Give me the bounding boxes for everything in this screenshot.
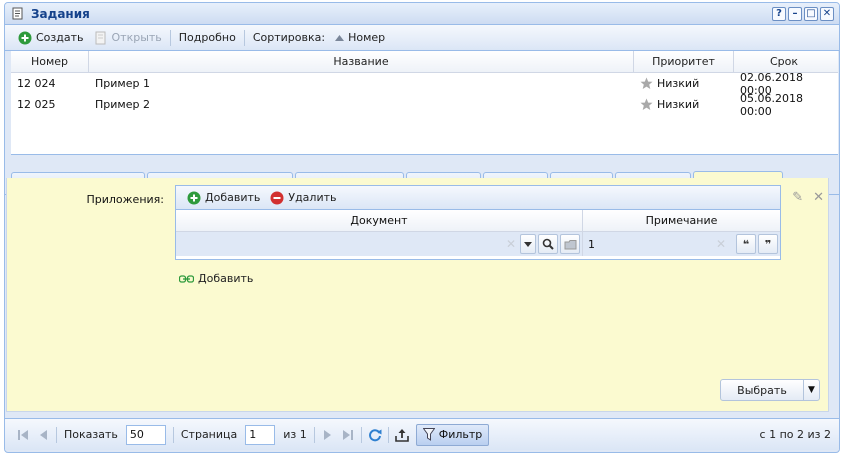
row-number: 12 024 xyxy=(17,77,56,90)
toolbar-separator xyxy=(243,29,245,46)
last-page-icon[interactable] xyxy=(338,425,358,445)
open-button[interactable]: Открыть xyxy=(89,28,167,48)
requisites-panel: Приложения: Добавить Удалить Документ Пр… xyxy=(6,178,829,412)
column-header-name[interactable]: Название xyxy=(89,51,634,72)
clear-icon[interactable]: ✕ xyxy=(716,237,726,251)
quote-open-button[interactable]: ❝ xyxy=(736,234,756,254)
previous-page-icon[interactable] xyxy=(33,425,53,445)
filter-button-label: Фильтр xyxy=(438,428,483,441)
add-attachment-button[interactable]: Добавить xyxy=(182,188,265,208)
search-button[interactable] xyxy=(538,234,558,254)
link-icon xyxy=(179,274,194,283)
create-button-label: Создать xyxy=(36,31,84,44)
pager-separator xyxy=(313,426,315,443)
document-icon xyxy=(11,7,25,21)
row-due: 05.06.2018 00:00 xyxy=(740,91,803,118)
row-priority: Низкий xyxy=(634,94,734,115)
dropdown-button[interactable] xyxy=(520,234,536,254)
folder-icon xyxy=(564,239,576,249)
select-button-label: Выбрать xyxy=(737,383,787,397)
pager-info: с 1 по 2 из 2 xyxy=(759,428,831,441)
remove-attachment-label: Удалить xyxy=(288,191,337,204)
column-header-number[interactable]: Номер xyxy=(11,51,89,72)
priority-label: Низкий xyxy=(657,98,700,111)
quote-close-button[interactable]: ❞ xyxy=(758,234,778,254)
star-icon xyxy=(640,77,653,90)
maximize-button[interactable]: □ xyxy=(804,6,818,21)
page-size-label: Показать xyxy=(64,428,118,441)
star-icon xyxy=(640,98,653,111)
first-page-icon[interactable] xyxy=(13,425,33,445)
page-input[interactable]: 1 xyxy=(245,424,276,445)
remove-attachment-button[interactable]: Удалить xyxy=(265,188,341,208)
create-button[interactable]: Создать xyxy=(13,28,89,48)
folder-button[interactable] xyxy=(560,234,580,254)
refresh-icon[interactable] xyxy=(365,425,385,445)
grid-header: Номер Название Приоритет Срок xyxy=(11,51,838,73)
pager-separator xyxy=(56,426,57,443)
export-icon[interactable] xyxy=(392,425,412,445)
column-header-document[interactable]: Документ xyxy=(176,210,583,231)
filter-button[interactable]: Фильтр xyxy=(415,423,490,446)
pager-toolbar: Показать 50 Страница 1 из 1 Фильтр с 1 п… xyxy=(5,418,839,450)
open-document-icon xyxy=(94,31,108,45)
attachment-row[interactable]: ✕ 1 ✕ ❝ ❞ xyxy=(176,232,780,256)
window-title: Задания xyxy=(31,6,90,21)
minimize-button[interactable]: – xyxy=(788,6,802,21)
window-titlebar: Задания ? – □ ✕ xyxy=(5,3,839,25)
note-cell: 1 ✕ ❝ ❞ xyxy=(583,232,780,256)
page-label: Страница xyxy=(180,428,238,441)
add-link-button[interactable]: Добавить xyxy=(179,272,253,285)
row-name: Пример 2 xyxy=(95,98,150,111)
chevron-down-icon[interactable]: ▼ xyxy=(803,380,819,400)
note-field[interactable]: 1 xyxy=(583,238,716,251)
row-number: 12 025 xyxy=(17,98,56,111)
minus-circle-icon xyxy=(270,191,284,205)
tasks-grid: Номер Название Приоритет Срок 12 024 При… xyxy=(11,51,838,155)
table-row[interactable]: 12 025 Пример 2 Низкий 05.06.2018 00:00 xyxy=(11,91,838,118)
search-icon xyxy=(542,238,554,250)
close-icon[interactable]: ✕ xyxy=(813,190,824,205)
sort-field-label: Номер xyxy=(348,31,386,44)
add-attachment-label: Добавить xyxy=(205,191,261,204)
pager-separator xyxy=(172,426,174,443)
attachments-header: Документ Примечание xyxy=(176,210,780,232)
row-priority: Низкий xyxy=(634,73,734,94)
help-button[interactable]: ? xyxy=(772,6,786,21)
pencil-icon[interactable]: ✎ xyxy=(792,190,803,205)
toolbar-separator xyxy=(169,29,171,46)
attachments-toolbar: Добавить Удалить xyxy=(176,186,780,210)
select-button[interactable]: Выбрать ▼ xyxy=(720,379,820,401)
panel-tools: ✎ ✕ xyxy=(792,190,824,205)
pager-separator xyxy=(360,426,362,443)
plus-circle-icon xyxy=(187,191,201,205)
page-size-input[interactable]: 50 xyxy=(125,424,166,445)
row-name: Пример 1 xyxy=(95,77,150,90)
pager-separator xyxy=(387,426,389,443)
close-button[interactable]: ✕ xyxy=(820,6,834,21)
column-header-priority[interactable]: Приоритет xyxy=(634,51,734,72)
main-toolbar: Создать Открыть Подробно Сортировка: Ном… xyxy=(5,25,839,51)
next-page-icon[interactable] xyxy=(318,425,338,445)
open-button-label: Открыть xyxy=(111,31,162,44)
attachments-label: Приложения: xyxy=(86,193,164,206)
column-header-due[interactable]: Срок xyxy=(734,51,834,72)
sort-label: Сортировка: xyxy=(252,31,326,44)
table-row[interactable]: 12 024 Пример 1 Низкий 02.06.2018 00:00 xyxy=(11,71,838,97)
document-cell: ✕ xyxy=(176,232,583,256)
details-button[interactable]: Подробно xyxy=(174,28,241,48)
plus-circle-icon xyxy=(18,31,32,45)
clear-icon[interactable]: ✕ xyxy=(506,237,516,251)
page-count-label: из 1 xyxy=(283,428,307,441)
filter-icon xyxy=(422,428,435,441)
column-header-note[interactable]: Примечание xyxy=(583,210,780,231)
priority-label: Низкий xyxy=(657,77,700,90)
add-link-label: Добавить xyxy=(198,272,254,285)
sort-field-button[interactable]: Номер xyxy=(330,28,390,48)
window-tools: ? – □ ✕ xyxy=(772,6,839,21)
sort-ascending-icon xyxy=(335,34,345,41)
attachments-grid: Добавить Удалить Документ Примечание ✕ 1… xyxy=(175,185,781,260)
